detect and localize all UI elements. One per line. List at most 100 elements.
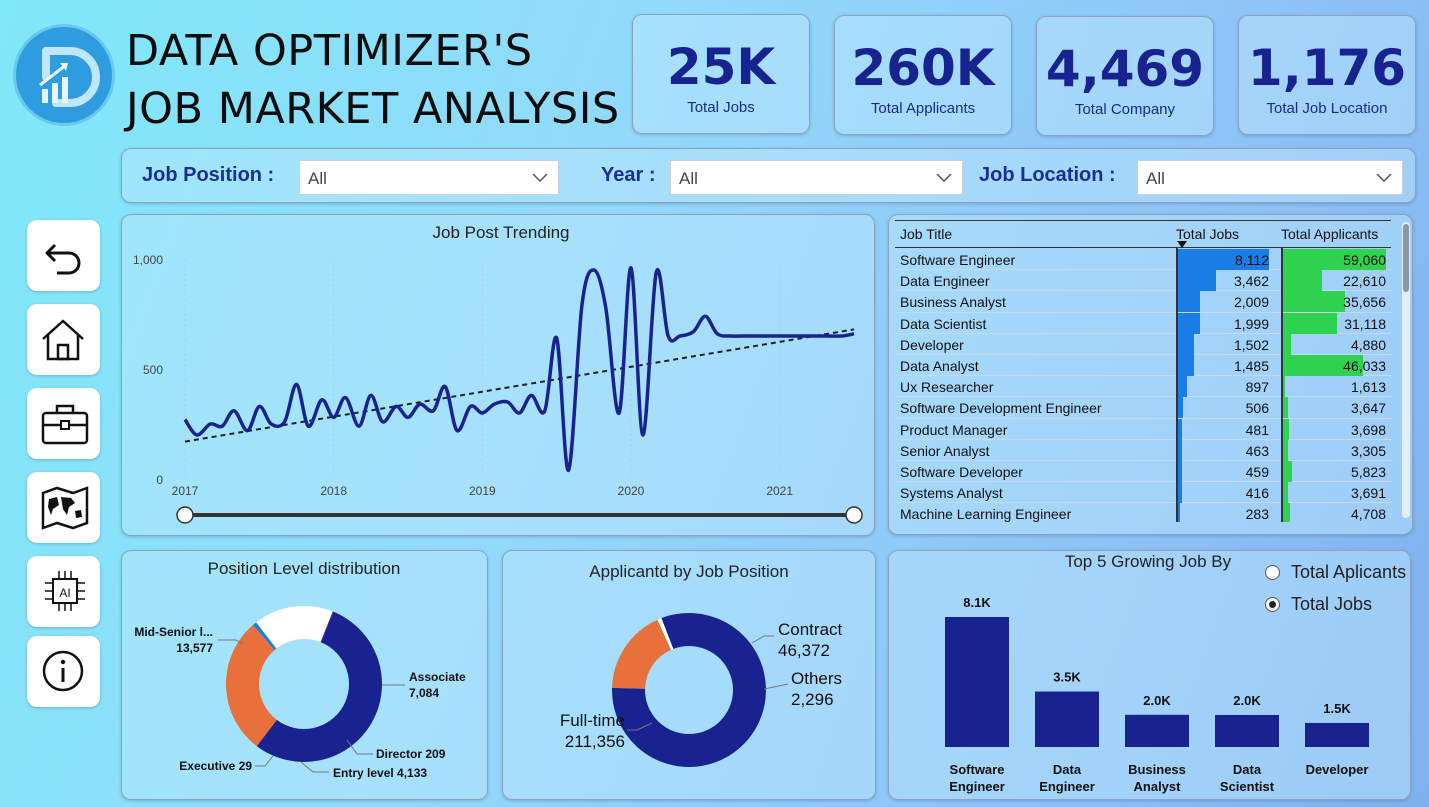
series-line xyxy=(183,266,855,472)
table-row[interactable]: Ux Researcher 897 1,613 xyxy=(895,376,1391,398)
kpi-value: 4,469 xyxy=(1045,40,1205,98)
x-tick-label: 2021 xyxy=(766,484,793,498)
kpi-total-jobs: 25K Total Jobs xyxy=(632,14,810,134)
cell-job-title: Senior Analyst xyxy=(900,442,990,459)
cell-total-applicants: 5,823 xyxy=(1350,464,1386,480)
table-row[interactable]: Data Scientist 1,999 31,118 xyxy=(895,312,1391,334)
table-row[interactable]: Business Analyst 2,009 35,656 xyxy=(895,291,1391,313)
col-header-total-applicants[interactable]: Total Applicants xyxy=(1281,226,1378,242)
cell-total-applicants: 46,033 xyxy=(1343,358,1386,374)
dashboard-title: DATA OPTIMIZER'S JOB MARKET ANALYSIS xyxy=(126,22,620,138)
radio-label: Total Aplicants xyxy=(1291,562,1407,582)
cell-total-applicants: 22,610 xyxy=(1343,273,1386,290)
bar-value-label: 2.0K xyxy=(1233,693,1261,708)
scrollbar-thumb[interactable] xyxy=(1403,224,1409,292)
cell-total-applicants: 59,060 xyxy=(1343,252,1386,268)
y-tick-label: 0 xyxy=(156,473,163,487)
cell-total-applicants: 35,656 xyxy=(1343,294,1386,311)
job-location-dropdown[interactable]: All xyxy=(1137,160,1403,195)
chart-title: Top 5 Growing Job By xyxy=(1065,552,1232,571)
radio-dot[interactable] xyxy=(1265,597,1280,612)
chart-title: Applicantd by Job Position xyxy=(589,562,788,581)
map-button[interactable] xyxy=(27,472,100,543)
cell-total-jobs: 1,999 xyxy=(1233,315,1269,332)
cell-job-title: Systems Analyst xyxy=(900,485,1003,502)
table-row[interactable]: Software Development Engineer 506 3,647 xyxy=(895,397,1391,419)
bar[interactable] xyxy=(945,617,1009,747)
year-dropdown[interactable]: All xyxy=(670,160,963,195)
table-row[interactable]: Senior Analyst 463 3,305 xyxy=(895,439,1391,461)
job-position-dropdown[interactable]: All xyxy=(299,160,559,195)
cell-total-applicants: 3,305 xyxy=(1350,442,1386,459)
cell-total-applicants: 31,118 xyxy=(1344,315,1386,332)
applicants-by-position-donut: Applicantd by Job Position Full-time 211,… xyxy=(560,562,843,767)
table-row[interactable]: Data Engineer 3,462 22,610 xyxy=(895,270,1391,292)
top5-growing-bar-chart: Top 5 Growing Job By 8.1K Software Enginee… xyxy=(945,552,1369,794)
cell-total-jobs: 1,502 xyxy=(1233,336,1269,353)
chart-title: Job Post Trending xyxy=(432,223,569,242)
ai-button[interactable]: AI xyxy=(27,556,100,627)
cell-total-jobs: 2,009 xyxy=(1233,294,1269,311)
slice-label: Mid-Senior l... 13,577 xyxy=(134,625,213,655)
cell-total-jobs: 283 xyxy=(1245,506,1269,522)
filter-label-year: Year : xyxy=(601,164,656,186)
cell-total-jobs: 8,112 xyxy=(1235,252,1269,268)
cell-total-applicants: 3,698 xyxy=(1350,421,1386,438)
cell-job-title: Software Developer xyxy=(900,464,1023,480)
date-range-slider-end-handle[interactable] xyxy=(845,506,863,524)
cell-job-title: Ux Researcher xyxy=(900,379,994,396)
cell-job-title: Software Engineer xyxy=(900,252,1016,268)
table-row[interactable]: Developer 1,502 4,880 xyxy=(895,333,1391,355)
table-row[interactable]: Software Developer 459 5,823 xyxy=(895,461,1391,483)
info-button[interactable] xyxy=(27,636,100,707)
table-row[interactable]: Product Manager 481 3,698 xyxy=(895,418,1391,440)
slice-label: Full-time 211,356 xyxy=(560,711,625,751)
filter-label-job-position: Job Position : xyxy=(142,164,275,186)
x-category-label: Developer xyxy=(1306,762,1369,777)
back-icon xyxy=(45,243,81,275)
cell-job-title: Software Development Engineer xyxy=(900,400,1102,417)
cell-job-title: Data Engineer xyxy=(900,273,990,290)
radio-dot[interactable] xyxy=(1265,565,1280,580)
kpi-label: Total Applicants xyxy=(870,100,976,117)
kpi-value: 1,176 xyxy=(1247,39,1407,97)
col-header-job-title[interactable]: Job Title xyxy=(900,226,952,242)
date-range-slider-start-handle[interactable] xyxy=(176,506,194,524)
col-header-total-jobs[interactable]: Total Jobs xyxy=(1176,226,1239,242)
table-row[interactable]: Software Engineer 8,112 59,060 xyxy=(895,249,1391,271)
bar[interactable] xyxy=(1305,722,1369,747)
x-tick-label: 2019 xyxy=(469,484,496,498)
bar[interactable] xyxy=(1215,714,1279,747)
briefcase-icon xyxy=(41,404,89,445)
trend-line xyxy=(184,328,855,443)
back-button[interactable] xyxy=(27,220,100,291)
cell-job-title: Data Scientist xyxy=(900,315,987,332)
x-tick-label: 2018 xyxy=(320,484,347,498)
x-tick-label: 2017 xyxy=(172,484,199,498)
table-row[interactable]: Machine Learning Engineer 283 4,708 xyxy=(895,503,1391,522)
table-header: Job Title Total Jobs Total Applicants xyxy=(895,220,1391,248)
cell-job-title: Developer xyxy=(900,336,964,353)
bar[interactable] xyxy=(1125,714,1189,747)
home-button[interactable] xyxy=(27,304,100,375)
cell-total-applicants: 3,691 xyxy=(1350,485,1386,502)
slice-label: Executive 29 xyxy=(179,759,252,773)
table-row[interactable]: Systems Analyst 416 3,691 xyxy=(895,482,1391,504)
cell-total-jobs: 481 xyxy=(1245,421,1269,438)
cell-job-title: Machine Learning Engineer xyxy=(900,506,1072,522)
table-scrollbar[interactable] xyxy=(1402,222,1410,518)
chevron-down-icon xyxy=(1376,173,1392,183)
bar-value-label: 1.5K xyxy=(1323,701,1351,716)
jobs-button[interactable] xyxy=(27,388,100,459)
cell-total-jobs: 416 xyxy=(1245,485,1269,502)
bar-value-label: 8.1K xyxy=(963,595,991,610)
table-row[interactable]: Data Analyst 1,485 46,033 xyxy=(895,355,1391,377)
chevron-down-icon xyxy=(532,173,548,183)
bar[interactable] xyxy=(1035,691,1099,747)
slice-label: Associate 7,084 xyxy=(409,670,466,700)
kpi-label: Total Jobs xyxy=(687,99,755,116)
cell-job-title: Product Manager xyxy=(900,421,1008,438)
slice-label: Director 209 xyxy=(376,747,446,761)
slice-label: Entry level 4,133 xyxy=(333,766,427,780)
y-tick-label: 500 xyxy=(143,363,163,377)
